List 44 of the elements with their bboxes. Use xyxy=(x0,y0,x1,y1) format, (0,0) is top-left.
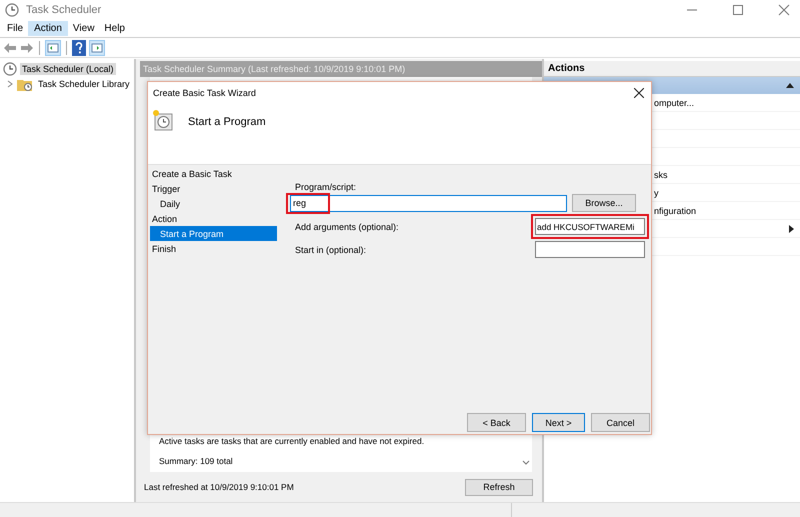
wizard-step[interactable]: Finish xyxy=(150,241,277,256)
summary-text: Summary: 109 total xyxy=(159,456,234,466)
input-field[interactable]: add HKCUSOFTWAREMi xyxy=(535,218,645,235)
close-icon[interactable] xyxy=(634,88,644,98)
task-clock-icon xyxy=(152,109,174,131)
pane-header: Task Scheduler Summary (Last refreshed: 10/9/2019 9:10:01 PM) xyxy=(140,61,542,77)
console-tree-icon[interactable] xyxy=(45,40,61,56)
wizard-button[interactable]: < Back xyxy=(467,413,526,432)
submenu-arrow-icon[interactable] xyxy=(789,224,794,232)
field-label: Add arguments (optional): xyxy=(294,222,399,232)
clock-icon xyxy=(3,62,17,76)
menu-item[interactable]: File xyxy=(2,22,28,34)
tree-item[interactable]: Task Scheduler (Local) xyxy=(20,62,116,74)
wizard-step[interactable]: Trigger xyxy=(150,181,277,196)
forward-arrow-icon[interactable] xyxy=(20,42,34,54)
clock-icon xyxy=(5,3,19,17)
action-pane-icon[interactable] xyxy=(89,40,105,56)
wizard-button[interactable]: Cancel xyxy=(591,413,650,432)
summary-text: Active tasks are tasks that are currently enabled and have not expired. xyxy=(159,436,426,446)
wizard-step[interactable]: Daily xyxy=(150,196,277,211)
menu-item[interactable]: Help xyxy=(99,22,130,34)
menu-item[interactable]: Action xyxy=(28,20,68,36)
chevron-down-icon[interactable] xyxy=(522,460,530,466)
maximize-icon[interactable] xyxy=(732,4,744,16)
refresh-button[interactable]: Refresh xyxy=(465,478,533,496)
browse-button[interactable]: Browse... xyxy=(572,194,636,212)
wizard-step[interactable]: Start a Program xyxy=(150,226,277,241)
back-arrow-icon[interactable] xyxy=(3,42,17,54)
field-label: Program/script: xyxy=(294,182,358,194)
collapse-arrow-icon[interactable] xyxy=(786,83,794,88)
menu-item[interactable]: View xyxy=(68,22,100,34)
wizard-step: Create a Basic Task xyxy=(150,166,277,181)
dialog-title: Create Basic Task Wizard xyxy=(153,88,256,98)
actions-header: Actions xyxy=(544,61,800,77)
wizard-button[interactable]: Next > xyxy=(532,413,585,432)
last-refreshed-text: Last refreshed at 10/9/2019 9:10:01 PM xyxy=(144,482,294,492)
field-label: Start in (optional): xyxy=(294,244,366,254)
window-title: Task Scheduler xyxy=(26,4,102,16)
tree-item[interactable]: Task Scheduler Library xyxy=(36,78,132,90)
step-heading: Start a Program xyxy=(188,115,266,128)
help-icon[interactable] xyxy=(72,40,86,56)
input-field[interactable]: reg xyxy=(290,194,567,212)
input-field[interactable] xyxy=(535,241,645,258)
wizard-step[interactable]: Action xyxy=(150,211,277,226)
